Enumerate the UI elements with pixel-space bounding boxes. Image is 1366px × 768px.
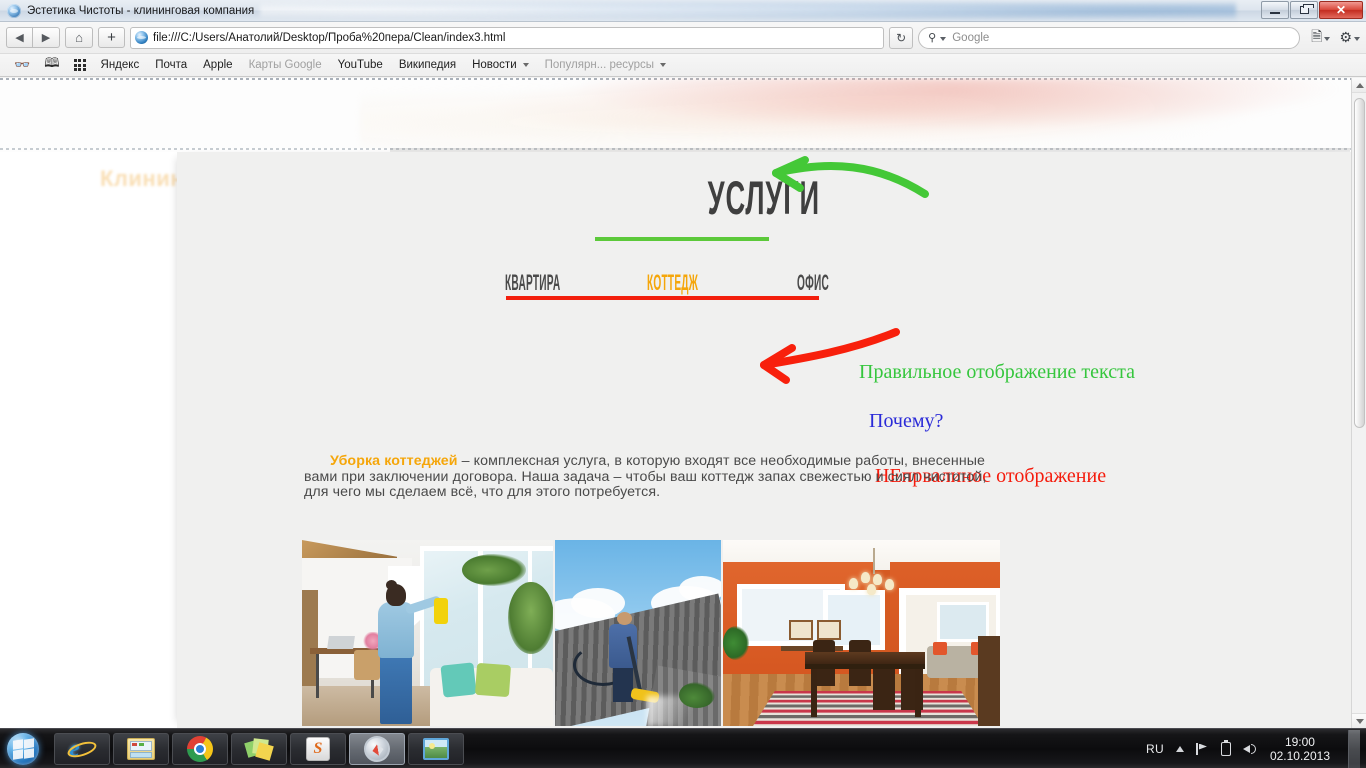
gear-icon[interactable]: ⚙: [1339, 29, 1360, 46]
titlebar-backdrop: [260, 0, 1236, 21]
s-note-icon: S: [306, 736, 330, 761]
taskbar-s-note[interactable]: S: [290, 732, 346, 765]
browser-toolbar: ◀ ▶ ⌂ + file:///C:/Users/Анатолий/Deskto…: [0, 22, 1366, 54]
taskbar-internet-explorer[interactable]: e: [54, 732, 110, 765]
taskbar-photo-viewer[interactable]: [408, 732, 464, 765]
bookmark-apple[interactable]: Apple: [195, 59, 240, 71]
show-hidden-icons-caret-icon[interactable]: [1175, 745, 1184, 752]
window-title: Эстетика Чистоты - клининговая компания: [27, 4, 255, 17]
scroll-down-button[interactable]: [1352, 713, 1366, 728]
back-button[interactable]: ◀: [6, 27, 33, 48]
annotation-correct-rendering: Правильное отображение текста: [859, 361, 1135, 383]
bookmark-popular-resources-folder[interactable]: Популярн... ресурсы: [537, 59, 674, 71]
clock-time: 19:00: [1284, 734, 1315, 749]
taskbar-windows-explorer[interactable]: [113, 732, 169, 765]
bookmark-news-label: Новости: [472, 59, 517, 71]
windows-start-orb-icon: [7, 732, 39, 765]
windows-taskbar: e S RU 19:00 02.10.2013: [0, 728, 1366, 768]
photo-viewer-icon: [423, 737, 449, 760]
page-title-text: УСЛУГИ: [707, 171, 821, 224]
minimize-button[interactable]: [1261, 1, 1289, 19]
chevron-down-icon: [660, 63, 667, 67]
safari-icon: [364, 735, 390, 762]
search-placeholder: Google: [952, 31, 990, 44]
bookmark-popular-label: Популярн... ресурсы: [544, 59, 655, 71]
page-favicon-icon: [135, 31, 148, 44]
photo-roof-cleaning: [555, 540, 721, 726]
subnav-red-underline: [506, 296, 819, 300]
apps-grid-icon[interactable]: [67, 59, 93, 71]
search-box[interactable]: ⚲ Google: [918, 26, 1301, 49]
book-icon[interactable]: 🕮: [37, 54, 66, 76]
page-scrollbar[interactable]: [1351, 78, 1366, 728]
close-button[interactable]: ✕: [1319, 1, 1363, 19]
internet-explorer-icon: e: [65, 736, 99, 762]
address-bar[interactable]: file:///C:/Users/Анатолий/Desktop/Проба%…: [130, 26, 885, 49]
windows-explorer-icon: [127, 737, 155, 760]
photo-dining-room: [723, 540, 1000, 726]
search-icon: ⚲: [928, 32, 937, 44]
maximize-button[interactable]: [1290, 1, 1318, 19]
bookmark-news-folder[interactable]: Новости: [464, 59, 537, 71]
screen: Эстетика Чистоты - клининговая компания …: [0, 0, 1366, 768]
page-title: УСЛУГИ: [177, 170, 1351, 225]
address-bar-value: file:///C:/Users/Анатолий/Desktop/Проба%…: [153, 31, 506, 44]
chevron-down-icon: [522, 63, 529, 67]
window-titlebar: Эстетика Чистоты - клининговая компания …: [0, 0, 1366, 22]
google-chrome-icon: [187, 735, 213, 762]
taskbar-google-chrome[interactable]: [172, 732, 228, 765]
home-button[interactable]: ⌂: [65, 27, 93, 48]
forward-button[interactable]: ▶: [33, 27, 60, 48]
service-description-lead: Уборка коттеджей: [330, 453, 458, 469]
annotation-why: Почему?: [869, 410, 944, 432]
language-indicator[interactable]: RU: [1146, 742, 1164, 756]
nav-buttons-group: ◀ ▶: [6, 27, 60, 48]
bookmark-wikipedia[interactable]: Википедия: [391, 59, 464, 71]
taskbar-sticky-notes[interactable]: [231, 732, 287, 765]
taskbar-safari[interactable]: [349, 732, 405, 765]
service-photo-gallery: [302, 540, 1000, 726]
tab-office[interactable]: ОФИС: [797, 270, 829, 296]
new-tab-button[interactable]: +: [98, 27, 125, 48]
action-center-flag-icon[interactable]: [1195, 742, 1209, 755]
bookmark-google-maps[interactable]: Карты Google: [241, 59, 330, 71]
bookmarks-bar: 👓 🕮 Яндекс Почта Apple Карты Google YouT…: [0, 54, 1366, 77]
bookmark-yandex[interactable]: Яндекс: [93, 59, 148, 71]
service-description: Уборка коттеджей – комплексная услуга, в…: [304, 453, 1004, 501]
photo-window-cleaning: [302, 540, 553, 726]
search-engine-caret-icon[interactable]: [940, 36, 947, 41]
scrollbar-thumb[interactable]: [1354, 98, 1365, 428]
page-viewport: КлинингоВо С УСЛУГИ КВАРТИРА КОТТЕДЖ ОФИ…: [0, 78, 1366, 728]
bookmark-mail[interactable]: Почта: [147, 59, 195, 71]
globe-icon: [7, 3, 21, 18]
site-banner: [0, 78, 1351, 152]
battery-icon[interactable]: [1220, 739, 1231, 756]
tab-cottage[interactable]: КОТТЕДЖ: [647, 270, 698, 296]
taskbar-buttons: e S: [54, 732, 464, 765]
volume-icon[interactable]: [1242, 742, 1258, 756]
title-green-underline: [595, 237, 769, 241]
page-menu-icon[interactable]: 🗎: [1311, 26, 1331, 50]
clock[interactable]: 19:00 02.10.2013: [1270, 735, 1330, 763]
clock-date: 02.10.2013: [1269, 748, 1330, 763]
bookmark-youtube[interactable]: YouTube: [330, 59, 391, 71]
sticky-notes-icon: [244, 737, 274, 761]
window-controls: ✕: [1261, 1, 1363, 19]
reload-button[interactable]: ↻: [889, 26, 914, 49]
banner-image-washed: [360, 78, 1350, 152]
tab-apartment[interactable]: КВАРТИРА: [505, 270, 560, 296]
scroll-up-button[interactable]: [1352, 78, 1366, 93]
toolbar-end-icons: 🗎 ⚙: [1305, 26, 1360, 50]
show-desktop-button[interactable]: [1348, 729, 1360, 768]
browser-window: Эстетика Чистоты - клининговая компания …: [0, 0, 1366, 728]
page-content-column: УСЛУГИ КВАРТИРА КОТТЕДЖ ОФИС Правильное …: [177, 152, 1351, 728]
start-button[interactable]: [0, 730, 46, 768]
glasses-icon[interactable]: 👓: [7, 57, 37, 73]
system-tray: RU 19:00 02.10.2013: [1146, 729, 1366, 768]
